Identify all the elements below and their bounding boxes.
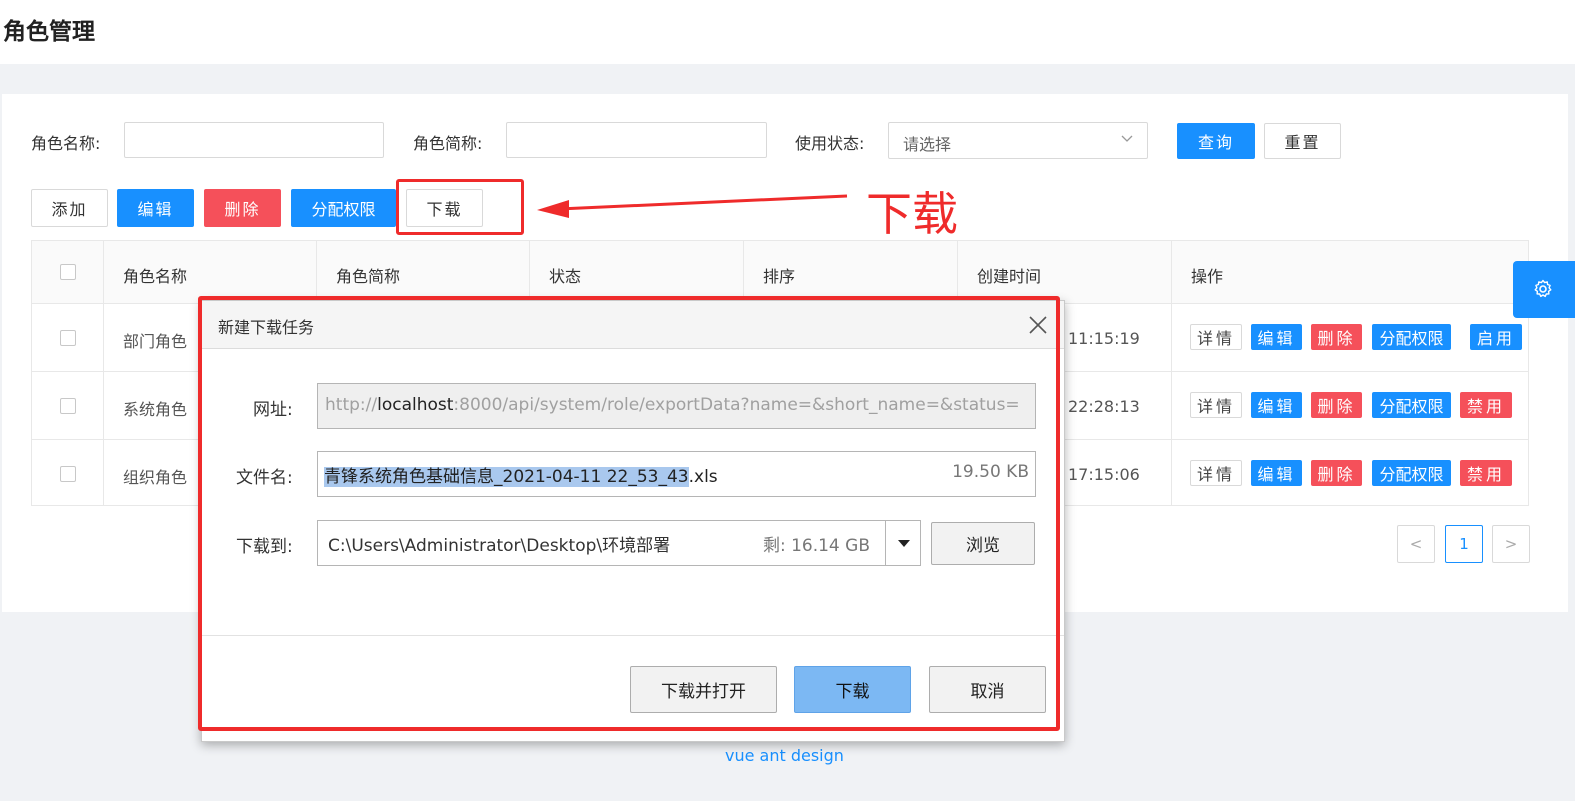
row-delete-button[interactable]: 删除 bbox=[1311, 324, 1362, 350]
status-select[interactable]: 请选择 bbox=[888, 122, 1148, 159]
status-label: 使用状态: bbox=[795, 134, 865, 153]
row-checkbox[interactable] bbox=[60, 398, 76, 414]
cell-role-name: 组织角色 bbox=[123, 468, 188, 487]
row-assign-button[interactable]: 分配权限 bbox=[1372, 392, 1451, 418]
cell-create-time: 22:28:13 bbox=[1068, 397, 1140, 416]
cell-role-name: 系统角色 bbox=[123, 400, 188, 419]
pagination-page-1[interactable]: 1 bbox=[1445, 525, 1483, 563]
row-checkbox[interactable] bbox=[60, 330, 76, 346]
download-annotation-box bbox=[396, 179, 524, 235]
row-edit-button[interactable]: 编辑 bbox=[1251, 460, 1302, 486]
delete-button[interactable]: 删除 bbox=[204, 189, 281, 227]
query-button[interactable]: 查询 bbox=[1177, 123, 1255, 159]
add-button[interactable]: 添加 bbox=[31, 189, 108, 227]
col-operation: 操作 bbox=[1191, 267, 1224, 286]
row-checkbox[interactable] bbox=[60, 466, 76, 482]
page-title: 角色管理 bbox=[3, 19, 95, 45]
row-disable-button[interactable]: 禁用 bbox=[1460, 460, 1512, 486]
row-enable-button[interactable]: 启用 bbox=[1470, 324, 1522, 350]
annotation-arrow-icon bbox=[537, 194, 848, 218]
col-create-time: 创建时间 bbox=[977, 267, 1042, 286]
dialog-annotation-box bbox=[198, 296, 1060, 731]
role-name-input[interactable] bbox=[124, 122, 384, 158]
cell-create-time: 17:15:06 bbox=[1068, 465, 1140, 484]
detail-button[interactable]: 详情 bbox=[1190, 460, 1242, 486]
cell-create-time: 11:15:19 bbox=[1068, 329, 1140, 348]
role-short-input[interactable] bbox=[506, 122, 767, 158]
row-delete-button[interactable]: 删除 bbox=[1311, 460, 1362, 486]
detail-button[interactable]: 详情 bbox=[1190, 324, 1242, 350]
row-edit-button[interactable]: 编辑 bbox=[1251, 392, 1302, 418]
footer-link[interactable]: vue ant design bbox=[725, 746, 844, 765]
role-name-label: 角色名称: bbox=[31, 134, 101, 153]
assign-permission-button[interactable]: 分配权限 bbox=[291, 189, 396, 227]
cell-role-name: 部门角色 bbox=[123, 332, 188, 351]
page-header: 角色管理 bbox=[0, 0, 1575, 64]
row-disable-button[interactable]: 禁用 bbox=[1460, 392, 1512, 418]
chevron-down-icon bbox=[1121, 135, 1133, 142]
pagination-prev[interactable]: < bbox=[1397, 525, 1435, 563]
pagination-next[interactable]: > bbox=[1492, 525, 1530, 563]
role-short-label: 角色简称: bbox=[413, 134, 483, 153]
status-placeholder: 请选择 bbox=[903, 135, 952, 154]
edit-button[interactable]: 编辑 bbox=[117, 189, 194, 227]
col-status: 状态 bbox=[549, 267, 582, 286]
col-role-name: 角色名称 bbox=[123, 267, 188, 286]
col-role-short: 角色简称 bbox=[336, 267, 401, 286]
row-edit-button[interactable]: 编辑 bbox=[1251, 324, 1302, 350]
select-all-checkbox[interactable] bbox=[60, 264, 76, 280]
table-header: 角色名称 角色简称 状态 排序 创建时间 操作 bbox=[32, 241, 1528, 304]
annotation-text: 下载 bbox=[866, 187, 958, 241]
col-sort: 排序 bbox=[763, 267, 796, 286]
settings-drawer-button[interactable] bbox=[1513, 261, 1575, 318]
gear-icon bbox=[1534, 279, 1552, 298]
row-assign-button[interactable]: 分配权限 bbox=[1372, 324, 1451, 350]
detail-button[interactable]: 详情 bbox=[1190, 392, 1242, 418]
row-assign-button[interactable]: 分配权限 bbox=[1372, 460, 1451, 486]
reset-button[interactable]: 重置 bbox=[1264, 123, 1341, 159]
row-delete-button[interactable]: 删除 bbox=[1311, 392, 1362, 418]
